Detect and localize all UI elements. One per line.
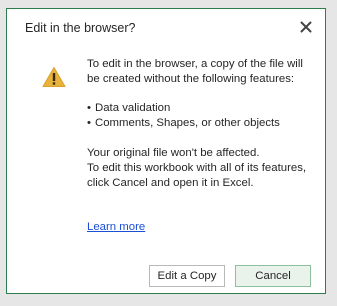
warning-icon bbox=[42, 67, 66, 87]
close-icon bbox=[300, 21, 312, 33]
dialog-title: Edit in the browser? bbox=[25, 21, 136, 35]
list-item: • Comments, Shapes, or other objects bbox=[87, 117, 280, 129]
edit-in-browser-dialog: Edit in the browser? To edit in the brow… bbox=[6, 8, 326, 294]
feature-label: Data validation bbox=[95, 102, 171, 114]
learn-more-link[interactable]: Learn more bbox=[87, 221, 145, 233]
feature-list: • Data validation • Comments, Shapes, or o… bbox=[87, 101, 315, 131]
cancel-button[interactable]: Cancel bbox=[235, 265, 311, 287]
note-line-2: To edit this workbook with all of its fe… bbox=[87, 162, 307, 189]
note-line-1: Your original file won't be affected. bbox=[87, 147, 260, 159]
dialog-message: To edit in the browser, a copy of the fi… bbox=[87, 57, 315, 191]
close-button[interactable] bbox=[297, 18, 315, 36]
edit-a-copy-button[interactable]: Edit a Copy bbox=[149, 265, 225, 287]
list-item: • Data validation bbox=[87, 102, 171, 114]
feature-label: Comments, Shapes, or other objects bbox=[95, 117, 280, 129]
intro-text: To edit in the browser, a copy of the fi… bbox=[87, 58, 303, 85]
